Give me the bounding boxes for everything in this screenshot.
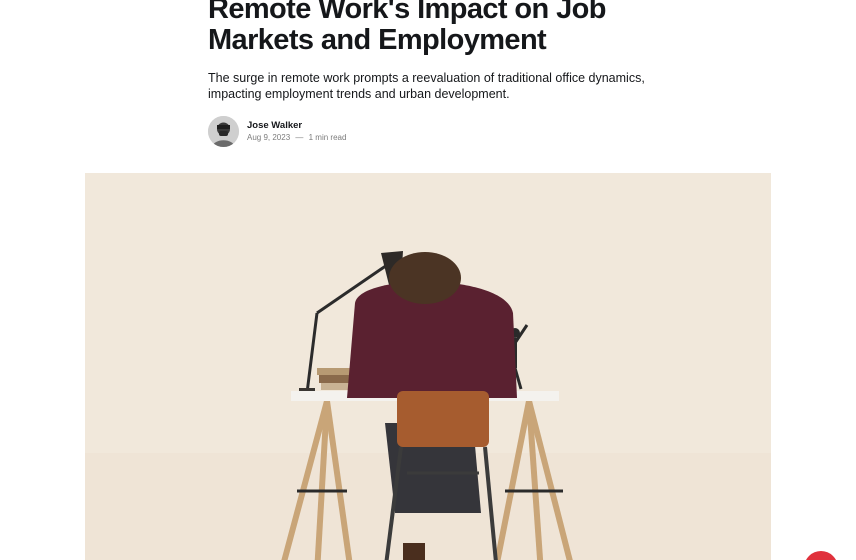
feature-image <box>85 173 771 560</box>
reading-time: 1 min read <box>308 132 347 142</box>
floating-action-button[interactable] <box>804 551 838 560</box>
author-avatar-image <box>208 116 239 147</box>
article-excerpt: The surge in remote work prompts a reeva… <box>208 71 645 101</box>
publish-date: Aug 9, 2023 <box>247 132 291 142</box>
byline-date-row: Aug 9, 2023 — 1 min read <box>247 132 346 144</box>
article-header: Remote Work's Impact on Job Markets and … <box>208 0 668 147</box>
article-title: Remote Work's Impact on Job Markets and … <box>208 0 606 56</box>
feature-image-illustration <box>85 173 771 560</box>
article-byline: Jose Walker Aug 9, 2023 — 1 min read <box>208 116 668 147</box>
article-page: Remote Work's Impact on Job Markets and … <box>0 0 856 560</box>
byline-meta: Jose Walker Aug 9, 2023 — 1 min read <box>247 120 346 144</box>
byline-separator: — <box>295 132 304 142</box>
author-avatar[interactable] <box>208 116 239 147</box>
author-name-link[interactable]: Jose Walker <box>247 120 346 132</box>
